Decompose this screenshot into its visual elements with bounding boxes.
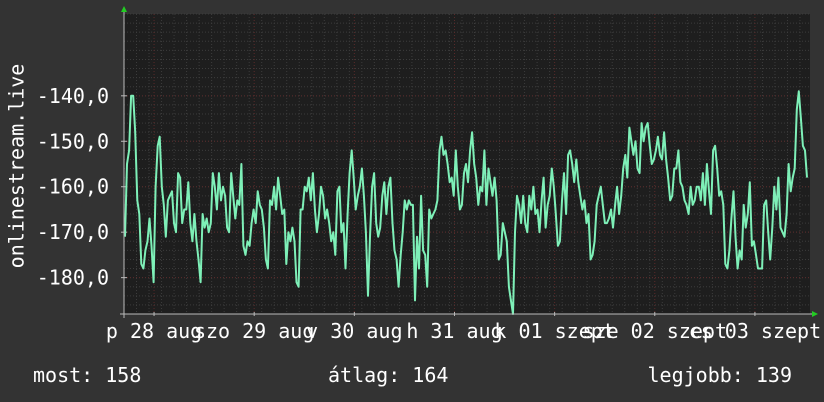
x-tick-label: h 31 aug bbox=[406, 319, 502, 343]
y-tick-label: -160,0 bbox=[37, 175, 109, 199]
y-axis-ticks: -140,0 -150,0 -160,0 -170,0 -180,0 bbox=[37, 84, 127, 290]
x-axis-ticks: p 28 augszo 29 augv 30 aug h 31 augk 01 s… bbox=[106, 312, 821, 343]
stat-current: most: 158 bbox=[33, 363, 142, 387]
x-tick-label: v 30 aug bbox=[306, 319, 402, 343]
stat-average: átlag: 164 bbox=[328, 363, 449, 387]
stats-row: most: 158 átlag: 164 legjobb: 139 bbox=[0, 360, 824, 390]
y-tick-label: -150,0 bbox=[37, 129, 109, 153]
x-tick-label: cs 03 szept bbox=[689, 319, 821, 343]
x-tick-label: szo 29 aug bbox=[194, 319, 314, 343]
line-chart: -140,0 -150,0 -160,0 -170,0 -180,0 p 28 augs… bbox=[5, 6, 821, 343]
y-axis-arrow-icon bbox=[121, 6, 127, 12]
y-tick-label: -140,0 bbox=[37, 84, 109, 108]
x-tick-label: p 28 aug bbox=[106, 319, 202, 343]
y-axis-label: onlinestream.live bbox=[5, 64, 29, 269]
y-tick-label: -170,0 bbox=[37, 220, 109, 244]
y-tick-label: -180,0 bbox=[37, 266, 109, 290]
x-axis-arrow-icon bbox=[812, 311, 818, 317]
stat-best: legjobb: 139 bbox=[647, 363, 793, 387]
